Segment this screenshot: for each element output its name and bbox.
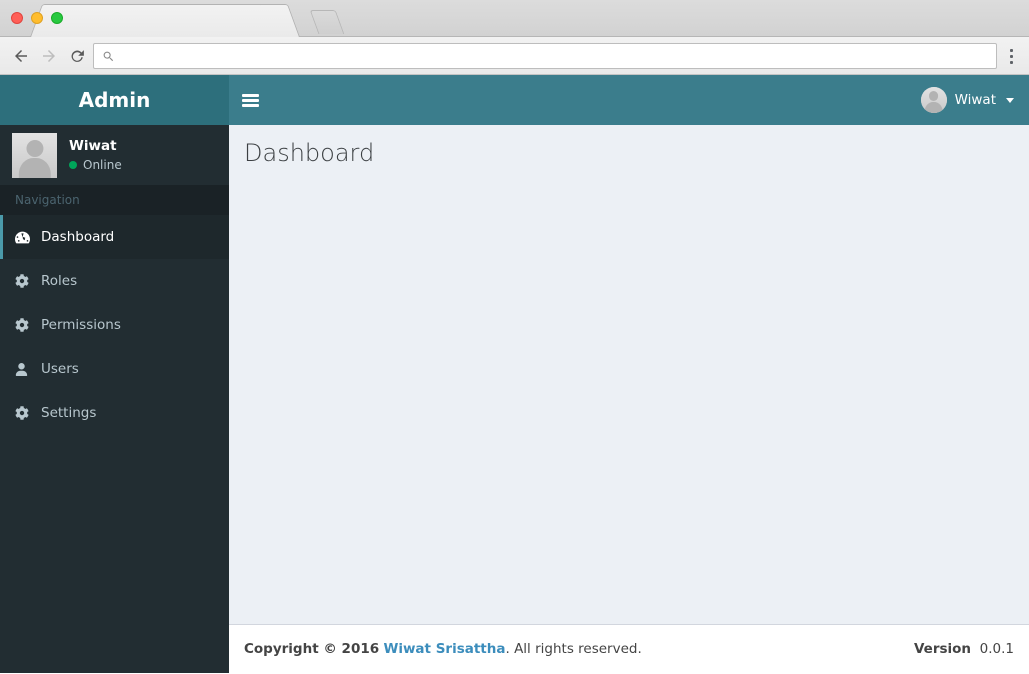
maximize-window-button[interactable] <box>51 12 63 24</box>
user-menu-name: Wiwat <box>954 92 996 108</box>
content-header: Dashboard <box>229 125 1029 167</box>
new-tab-button[interactable] <box>309 10 345 34</box>
top-navbar: Wiwat <box>229 75 1029 125</box>
browser-toolbar <box>0 37 1029 75</box>
footer-version-value: 0.0.1 <box>979 641 1014 657</box>
search-icon <box>102 50 115 63</box>
sidebar-item-settings[interactable]: Settings <box>0 391 229 435</box>
user-avatar-icon <box>920 87 947 113</box>
sidebar-user-status-label: Online <box>83 158 122 172</box>
sidebar-item-label: Permissions <box>41 317 121 333</box>
footer-author-link[interactable]: Wiwat Srisattha <box>383 641 505 657</box>
user-avatar-icon <box>12 132 57 178</box>
sidebar-user-status: Online <box>69 158 122 172</box>
sidebar-section-header: Navigation <box>0 185 229 215</box>
close-window-button[interactable] <box>11 12 23 24</box>
dashboard-icon <box>15 230 39 245</box>
user-icon <box>15 362 39 376</box>
sidebar-user-name: Wiwat <box>69 138 117 154</box>
back-button[interactable] <box>6 37 36 75</box>
sidebar-nav-list: Dashboard Roles Permissions Users Settin… <box>0 215 229 435</box>
left-sidebar: Wiwat Online Navigation Dashboard Roles … <box>0 125 229 673</box>
minimize-window-button[interactable] <box>31 12 43 24</box>
user-menu-dropdown[interactable]: Wiwat <box>914 75 1021 125</box>
reload-icon <box>71 49 84 62</box>
footer-version-label: Version <box>913 641 972 657</box>
sidebar-item-permissions[interactable]: Permissions <box>0 303 229 347</box>
browser-tabstrip <box>0 0 1029 37</box>
app-logo-text: Admin <box>78 88 151 112</box>
gear-icon <box>15 406 39 420</box>
footer-rights: . All rights reserved. <box>505 641 642 657</box>
footer-version: Version 0.0.1 <box>914 641 1014 657</box>
arrow-right-icon <box>43 50 55 62</box>
sidebar-item-label: Settings <box>41 405 97 421</box>
forward-button[interactable] <box>34 37 64 75</box>
sidebar-item-label: Dashboard <box>41 229 115 245</box>
gear-icon <box>15 274 39 288</box>
browser-tab[interactable] <box>52 4 278 37</box>
sidebar-item-label: Users <box>41 361 79 377</box>
app-header: Admin Wiwat <box>0 75 1029 125</box>
sidebar-item-roles[interactable]: Roles <box>0 259 229 303</box>
sidebar-toggle-button[interactable] <box>229 75 271 125</box>
arrow-left-icon <box>15 50 27 62</box>
address-bar[interactable] <box>93 43 997 69</box>
three-dot-menu-icon[interactable] <box>999 37 1023 75</box>
caret-down-icon <box>1006 97 1014 103</box>
page-title: Dashboard <box>244 139 375 167</box>
browser-window: Admin Wiwat Wiwat Online Navigation Dash… <box>0 0 1029 674</box>
gear-icon <box>15 318 39 332</box>
app-logo[interactable]: Admin <box>0 75 229 125</box>
content-area: Dashboard Copyright © 2016 Wiwat Srisatt… <box>229 125 1029 673</box>
sidebar-user-panel: Wiwat Online <box>0 125 229 185</box>
hamburger-icon <box>241 93 259 107</box>
window-controls <box>11 12 63 24</box>
online-status-icon <box>69 161 77 169</box>
reload-button[interactable] <box>62 37 92 75</box>
sidebar-item-label: Roles <box>41 273 78 289</box>
app-footer: Copyright © 2016 Wiwat Srisattha . All r… <box>229 624 1029 673</box>
page-viewport: Admin Wiwat Wiwat Online Navigation Dash… <box>0 75 1029 673</box>
footer-copyright: Copyright © 2016 <box>244 641 380 657</box>
sidebar-item-users[interactable]: Users <box>0 347 229 391</box>
sidebar-item-dashboard[interactable]: Dashboard <box>0 215 229 259</box>
address-input[interactable] <box>121 48 988 64</box>
